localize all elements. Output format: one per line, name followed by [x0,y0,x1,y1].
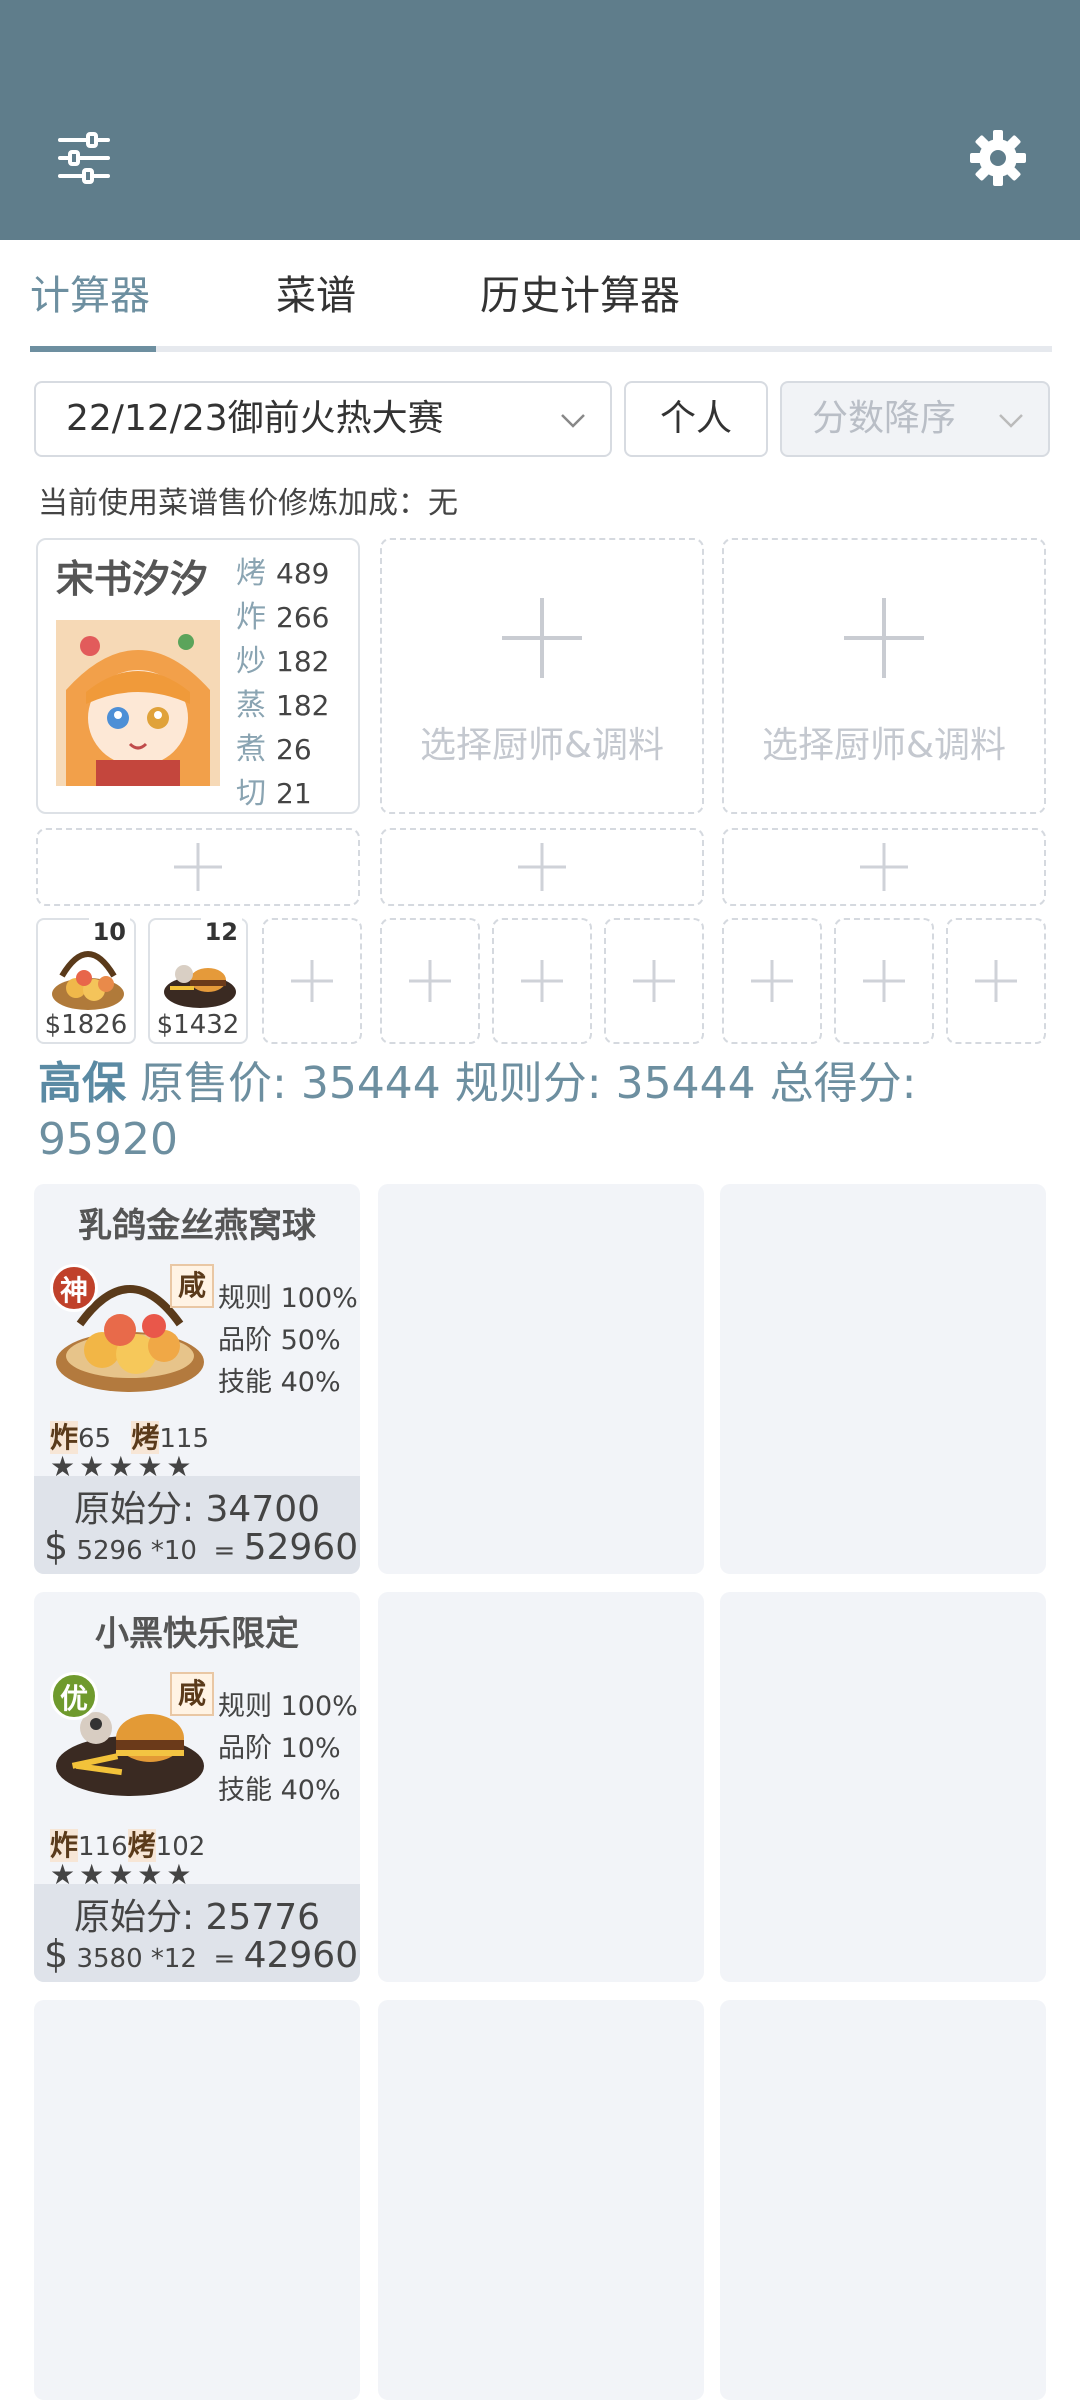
dish-name: 小黑快乐限定 [95,1614,299,1654]
recipe-level: 10 [88,918,130,946]
dish-score-panel: 原始分: 34700 $ 5296 *10 = 52960 [34,1476,360,1574]
contest-select-value: 22/12/23御前火热大赛 [66,398,444,439]
flavor-badge: 咸 [170,1264,214,1308]
recipe-slot-9[interactable] [946,918,1046,1044]
total-score: 95920 [38,1114,178,1165]
recipe-slot-4[interactable] [380,918,480,1044]
dish-card-2[interactable]: 小黑快乐限定 优 咸 规则 100% 品阶 10% 技能 40% 炸116烤10… [34,1592,360,1982]
plus-icon [863,960,905,1002]
chef-slot-1[interactable]: 宋书汐汐 烤 489 炸 266 炒 182 蒸 182 煮 26 切 21 [36,538,360,814]
original-price: 35444 [300,1058,441,1109]
tab-bar: 计算器 菜谱 历史计算器 [30,240,1052,352]
plus-icon [975,960,1017,1002]
recipe-slot-3[interactable] [262,918,362,1044]
dish-slot-empty[interactable] [378,1592,704,1982]
chef-stat-row: 烤 489 [236,556,330,591]
rule-percent: 规则 100% [218,1283,358,1314]
dish-name: 乳鸽金丝燕窝球 [78,1206,316,1246]
chef-stat-row: 炒 182 [236,644,330,679]
tab-indicator [30,346,156,352]
chef-stat-row: 切 21 [236,776,312,811]
rarity-badge: 优 [50,1672,98,1720]
add-chef-label: 选择厨师&调料 [419,725,665,766]
grade-percent: 品阶 10% [218,1733,341,1764]
plus-icon [751,960,793,1002]
sliders-icon[interactable] [54,128,114,188]
price-calculation: $ 5296 *10 = 52960 [44,1524,359,1568]
sort-select-value: 分数降序 [812,398,957,439]
chef-stat-row: 煮 26 [236,732,312,767]
plus-icon [518,843,566,891]
recipe-price: $1432 [156,1010,240,1040]
contest-select[interactable]: 22/12/23御前火热大赛 [34,381,612,457]
tab-history-calculator[interactable]: 历史计算器 [480,268,680,324]
chevron-down-icon [561,414,585,428]
rule-score: 35444 [615,1058,756,1109]
recipe-slot-2[interactable]: 12 $1432 [148,918,248,1044]
chef-slot-3[interactable]: 选择厨师&调料 [722,538,1046,814]
gear-icon[interactable] [968,128,1028,188]
chef-slot-2[interactable]: 选择厨师&调料 [380,538,704,814]
condiment-slot-1[interactable] [36,828,360,906]
score-summary: 高保 原售价: 35444 规则分: 35444 总得分: 95920 [38,1058,917,1165]
dish-thumbnail [52,951,124,1010]
tab-calculator[interactable]: 计算器 [30,268,150,324]
dish-slot-empty[interactable] [378,1184,704,1574]
chef-stat-row: 蒸 182 [236,688,330,723]
dish-card-1[interactable]: 乳鸽金丝燕窝球 神 咸 规则 100% 品阶 50% 技能 40% 炸65 烤1… [34,1184,360,1574]
grade-percent: 品阶 50% [218,1325,341,1356]
chef-avatar [56,620,220,786]
condiment-slot-2[interactable] [380,828,704,906]
recipe-level: 12 [200,918,242,946]
price-calculation: $ 3580 *12 = 42960 [44,1932,359,1976]
condiment-slot-3[interactable] [722,828,1046,906]
plus-icon [633,960,675,1002]
skill-percent: 技能 40% [218,1367,341,1398]
chevron-down-icon [999,414,1023,428]
plus-icon [521,960,563,1002]
plus-icon [409,960,451,1002]
sort-select[interactable]: 分数降序 [780,381,1050,457]
skill-percent: 技能 40% [218,1775,341,1806]
recipe-price: $1826 [44,1010,128,1040]
recipe-slot-6[interactable] [604,918,704,1044]
dish-thumbnail [164,965,236,1008]
app-bar [0,0,1080,240]
recipe-slot-1[interactable]: 10 $1826 [36,918,136,1044]
tab-recipes[interactable]: 菜谱 [276,268,356,324]
dish-slot-empty[interactable] [720,2000,1046,2400]
flavor-badge: 咸 [170,1672,214,1716]
add-chef-label: 选择厨师&调料 [761,725,1007,766]
dish-score-panel: 原始分: 25776 $ 3580 *12 = 42960 [34,1884,360,1982]
dish-slot-empty[interactable] [720,1184,1046,1574]
dish-slot-empty[interactable] [378,2000,704,2400]
plus-icon [502,597,582,678]
plus-icon [844,597,924,678]
plus-icon [291,960,333,1002]
mode-select[interactable]: 个人 [624,381,768,457]
dish-total: 42960 [243,1935,359,1976]
recipe-slot-8[interactable] [834,918,934,1044]
dish-total: 52960 [243,1527,359,1568]
chef-stat-row: 炸 266 [236,600,330,635]
chef-name: 宋书汐汐 [56,557,209,601]
recipe-slot-5[interactable] [492,918,592,1044]
guarantee-label: 高保 [38,1058,126,1109]
rarity-badge: 神 [50,1264,98,1312]
plus-icon [174,843,222,891]
dish-slot-empty[interactable] [720,1592,1046,1982]
mode-select-value: 个人 [659,398,732,439]
rule-percent: 规则 100% [218,1691,358,1722]
plus-icon [860,843,908,891]
bonus-line: 当前使用菜谱售价修炼加成：无 [38,486,458,521]
dish-slot-empty[interactable] [34,2000,360,2400]
recipe-slot-7[interactable] [722,918,822,1044]
